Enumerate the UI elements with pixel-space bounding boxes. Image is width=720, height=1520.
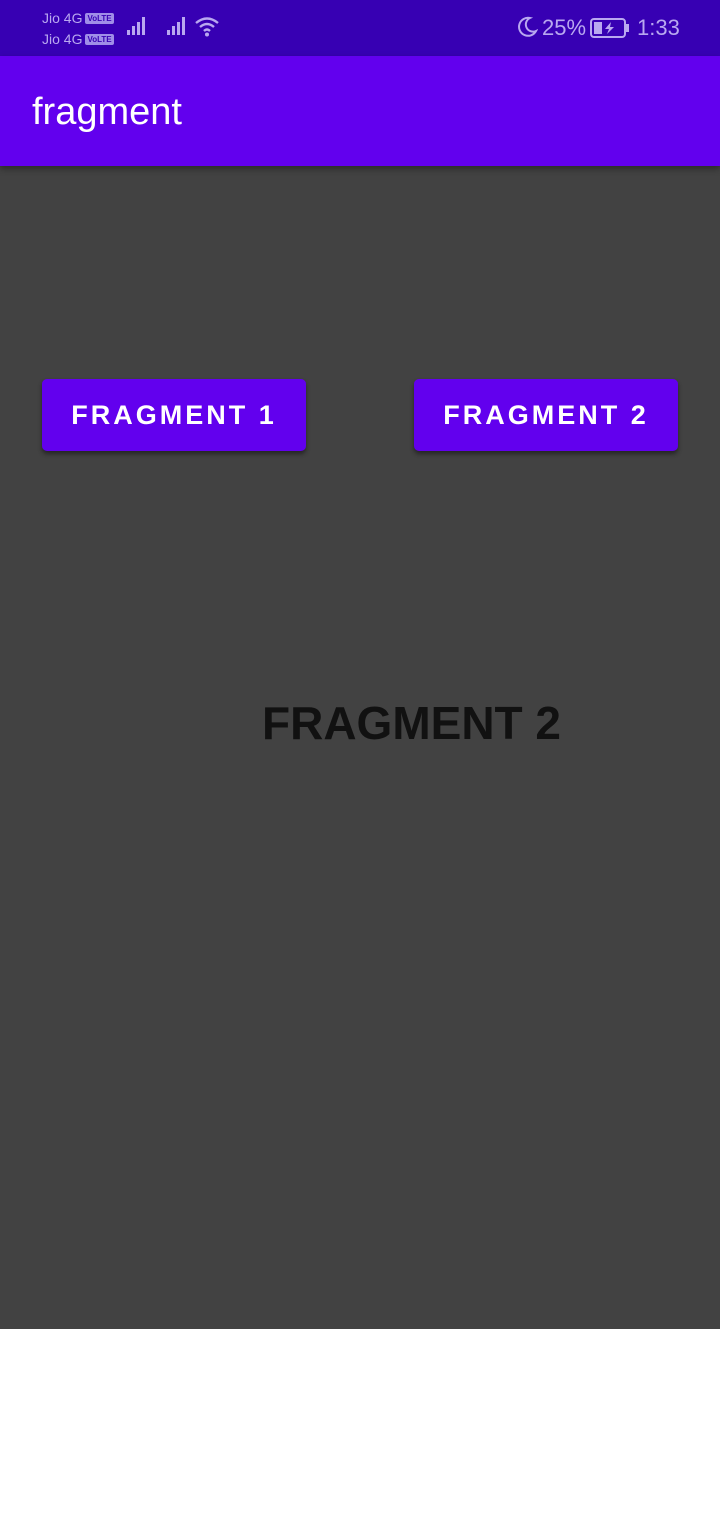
status-bar: Jio 4G VoLTE Jio 4G VoLTE 25% 1:33 [0,0,720,56]
app-screen: Jio 4G VoLTE Jio 4G VoLTE 25% 1:33 fragm… [0,0,720,1520]
fragment-container: FRAGMENT 1 FRAGMENT 2 FRAGMENT 2 [0,166,720,1329]
fragment-text: FRAGMENT 2 [262,697,561,749]
battery-percent: 25% [542,15,587,40]
moon-icon [518,16,538,37]
carrier-2-label: Jio 4G [42,31,83,47]
carrier-info: Jio 4G VoLTE Jio 4G VoLTE [42,8,114,50]
clock: 1:33 [637,15,680,40]
carrier-row-1: Jio 4G VoLTE [42,8,114,29]
signal-icon [167,17,185,35]
carrier-row-2: Jio 4G VoLTE [42,29,114,50]
volte-badge-1: VoLTE [85,13,114,24]
wifi-icon [195,17,219,37]
fragment-2-button[interactable]: FRAGMENT 2 [414,379,678,451]
app-bar: fragment [0,56,720,166]
carrier-1-label: Jio 4G [42,10,83,26]
volte-badge-2: VoLTE [85,34,114,45]
signal-icon [127,17,145,35]
battery-charging-icon [590,18,629,38]
app-title: fragment [32,91,182,133]
fragment-1-button[interactable]: FRAGMENT 1 [42,379,306,451]
bottom-blank-area [0,1329,720,1520]
